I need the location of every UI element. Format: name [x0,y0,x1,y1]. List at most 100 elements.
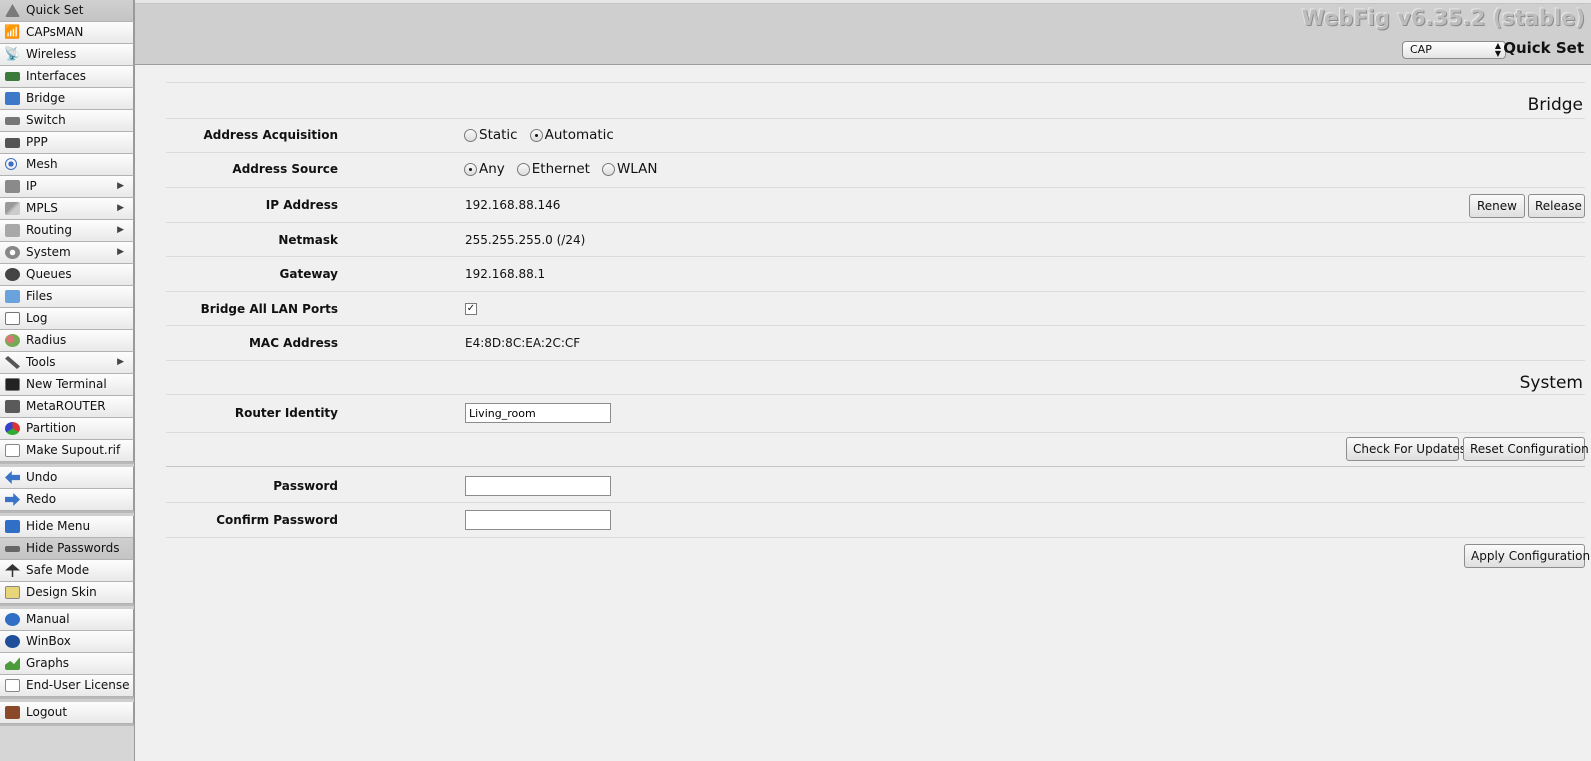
sidebar-item-label: Switch [26,113,66,127]
hide-menu-icon [5,520,20,533]
hide-passwords-icon [5,546,20,552]
reset-configuration-button[interactable]: Reset Configuration [1463,437,1589,461]
sidebar-item-mesh[interactable]: Mesh [0,154,134,176]
confirm-password-label: Confirm Password [216,513,338,527]
divider [166,432,1585,433]
sidebar-item-tools[interactable]: Tools ▶ [0,352,134,374]
sidebar-item-safe-mode[interactable]: Safe Mode [0,560,134,582]
sidebar-item-logout[interactable]: Logout [0,702,134,724]
sidebar-item-partition[interactable]: Partition [0,418,134,440]
sidebar-item-label: Undo [26,470,58,484]
address-source-label: Address Source [232,162,338,176]
address-acquisition-label: Address Acquisition [203,128,338,142]
address-source-any-radio[interactable]: Any [464,161,505,177]
submenu-arrow-icon: ▶ [117,357,124,367]
interfaces-icon [5,72,20,81]
menu-group-help: Manual WinBox Graphs End-User License [0,609,134,699]
address-source-wlan-radio[interactable]: WLAN [601,161,657,177]
quickset-icon [5,4,20,17]
sidebar-item-label: MetaROUTER [26,399,106,413]
sidebar-item-label: Mesh [26,157,58,171]
sidebar-item-undo[interactable]: Undo [0,467,134,489]
address-acquisition-static-radio[interactable]: Static [464,127,518,143]
sidebar-item-manual[interactable]: Manual [0,609,134,631]
sidebar-item-hide-passwords[interactable]: Hide Passwords [0,538,134,560]
sidebar-menu: Quick Set 📶 CAPsMAN 📡 Wireless Interfaces … [0,0,135,761]
password-input[interactable] [465,476,611,496]
sidebar-item-design-skin[interactable]: Design Skin [0,582,134,604]
router-identity-input[interactable] [465,403,611,423]
sidebar-item-hide-menu[interactable]: Hide Menu [0,516,134,538]
check-for-updates-button[interactable]: Check For Updates [1346,437,1466,461]
sidebar-item-label: Radius [26,333,67,347]
sidebar-item-end-user-license[interactable]: End-User License [0,675,134,697]
sidebar-item-label: Graphs [26,656,70,670]
graphs-icon [5,657,20,670]
sidebar-item-redo[interactable]: Redo [0,489,134,511]
sidebar-item-mpls[interactable]: MPLS ▶ [0,198,134,220]
winbox-icon [5,635,20,648]
license-icon [5,679,20,692]
sidebar-item-switch[interactable]: Switch [0,110,134,132]
divider [166,502,1585,503]
sidebar-item-files[interactable]: Files [0,286,134,308]
bridge-all-lan-ports-checkbox[interactable]: ✓ [465,303,477,315]
sidebar-item-radius[interactable]: Radius [0,330,134,352]
quickset-mode-select[interactable]: CAP ▲ ▼ [1402,41,1506,59]
sidebar-item-interfaces[interactable]: Interfaces [0,66,134,88]
menu-group-history: Undo Redo [0,467,134,513]
sidebar-item-metarouter[interactable]: MetaROUTER [0,396,134,418]
ip-address-label: IP Address [265,198,338,212]
files-icon [5,290,20,303]
logout-icon [5,706,20,719]
address-acquisition-automatic-radio[interactable]: Automatic [529,127,614,143]
radius-icon [5,334,20,347]
sidebar-item-bridge[interactable]: Bridge [0,88,134,110]
address-acquisition-radio-group: Static Automatic [464,127,626,143]
sidebar-item-winbox[interactable]: WinBox [0,631,134,653]
sidebar-item-make-supout[interactable]: Make Supout.rif [0,440,134,462]
confirm-password-input[interactable] [465,510,611,530]
radio-ethernet-dot [516,162,530,176]
sidebar-item-log[interactable]: Log [0,308,134,330]
apply-configuration-button[interactable]: Apply Configuration [1464,544,1590,568]
radio-label: Ethernet [531,161,590,177]
sidebar-item-label: System [26,245,71,259]
section-title-system: System [1519,373,1583,393]
submenu-arrow-icon: ▶ [117,181,124,191]
sidebar-item-routing[interactable]: Routing ▶ [0,220,134,242]
header-tab-strip [135,0,1591,4]
divider [166,537,1585,538]
radio-automatic-dot [529,128,543,142]
sidebar-item-capsman[interactable]: 📶 CAPsMAN [0,22,134,44]
divider [166,291,1585,292]
supout-icon [5,444,20,457]
sidebar-item-label: Hide Menu [26,519,91,533]
sidebar-item-queues[interactable]: Queues [0,264,134,286]
tools-icon [5,356,20,369]
sidebar-item-quick-set[interactable]: Quick Set [0,0,134,22]
submenu-arrow-icon: ▶ [117,247,124,257]
radio-any-dot [464,162,477,176]
sidebar-item-label: End-User License [26,678,130,692]
menu-group-main: Quick Set 📶 CAPsMAN 📡 Wireless Interfaces … [0,0,134,464]
sidebar-item-graphs[interactable]: Graphs [0,653,134,675]
sidebar-item-ip[interactable]: IP ▶ [0,176,134,198]
divider [166,466,1585,467]
release-button[interactable]: Release [1528,194,1585,218]
sidebar-item-new-terminal[interactable]: New Terminal [0,374,134,396]
sidebar-item-system[interactable]: System ▶ [0,242,134,264]
gateway-value: 192.168.88.1 [465,267,546,281]
gateway-label: Gateway [279,267,338,281]
address-source-ethernet-radio[interactable]: Ethernet [516,161,590,177]
sidebar-item-label: Quick Set [26,3,84,17]
radio-label: Static [479,127,518,143]
divider [166,394,1585,395]
sidebar-item-ppp[interactable]: PPP [0,132,134,154]
redo-icon [5,493,20,506]
renew-button[interactable]: Renew [1469,194,1525,218]
sidebar-item-label: Design Skin [26,585,97,599]
sidebar-item-wireless[interactable]: 📡 Wireless [0,44,134,66]
sidebar-item-label: Bridge [26,91,66,105]
safe-mode-icon [5,564,20,577]
